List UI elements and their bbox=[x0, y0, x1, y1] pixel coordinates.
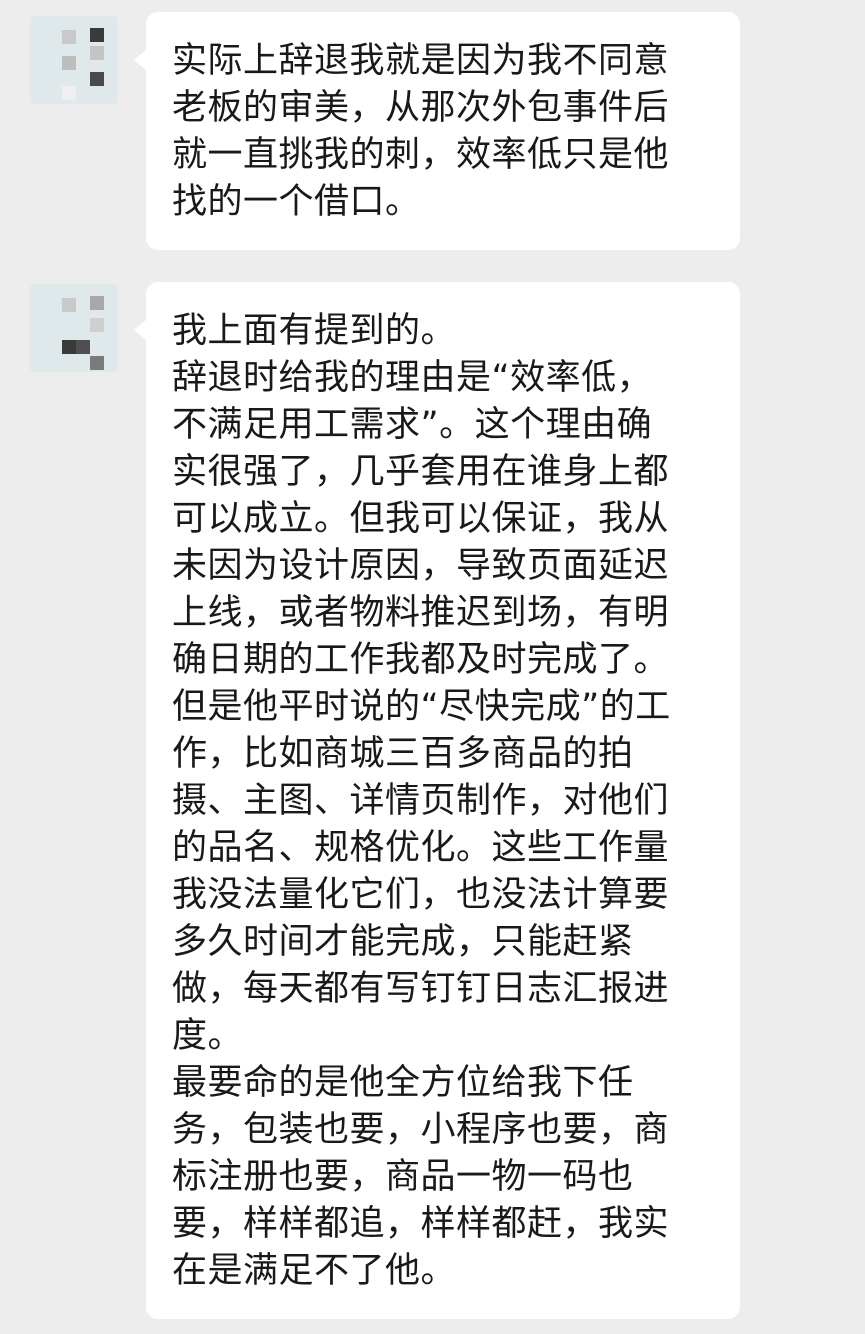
message-text-line: 实际上辞退我就是因为我不同意 bbox=[172, 41, 670, 81]
avatar-mosaic-pixel bbox=[90, 72, 104, 86]
avatar-mosaic-pixel bbox=[62, 56, 76, 70]
message-bubble[interactable]: 实际上辞退我就是因为我不同意 老板的审美，从那次外包事件后 就一直挑我的刺，效率… bbox=[134, 12, 740, 250]
message-text-line: 辞退时给我的理由是“效率低， bbox=[172, 358, 653, 398]
message-text-line: 要，样样都追，样样都赶，我实 bbox=[172, 1204, 670, 1244]
avatar-mosaic-pixel bbox=[90, 296, 104, 310]
message-text-line: 作，比如商城三百多商品的拍 bbox=[172, 734, 634, 774]
sender-avatar-blurred[interactable] bbox=[30, 284, 118, 372]
message-text-line: 未因为设计原因，导致页面延迟 bbox=[172, 546, 670, 586]
message-text-line: 我上面有提到的。 bbox=[172, 311, 457, 351]
message-text-line: 在是满足不了他。 bbox=[172, 1251, 457, 1291]
avatar-mosaic-pixel bbox=[62, 340, 76, 354]
avatar-mosaic-pixel bbox=[62, 30, 76, 44]
message-text-line: 可以成立。但我可以保证，我从 bbox=[172, 499, 670, 539]
avatar-mosaic-pixel bbox=[90, 356, 104, 370]
message-text-line: 找的一个借口。 bbox=[172, 182, 421, 222]
message-text-line: 不满足用工需求”。这个理由确 bbox=[172, 405, 653, 445]
message-text-line: 我没法量化它们，也没法计算要 bbox=[172, 875, 670, 915]
message-bubble[interactable]: 我上面有提到的。 辞退时给我的理由是“效率低， 不满足用工需求”。这个理由确 实… bbox=[134, 282, 740, 1319]
avatar-mosaic-pixel bbox=[76, 340, 90, 354]
message-text-line: 标注册也要，商品一物一码也 bbox=[172, 1157, 634, 1197]
message-text-line: 老板的审美，从那次外包事件后 bbox=[172, 88, 670, 128]
message-text-line: 上线，或者物料推迟到场，有明 bbox=[172, 593, 670, 633]
avatar-mosaic-pixel bbox=[62, 298, 76, 312]
message-text-line: 确日期的工作我都及时完成了。 bbox=[172, 640, 670, 680]
avatar-mosaic-pixel bbox=[90, 318, 104, 332]
message-text-line: 摄、主图、详情页制作，对他们 bbox=[172, 781, 670, 821]
message-text-line: 度。 bbox=[172, 1016, 244, 1056]
message-text-line: 的品名、规格优化。这些工作量 bbox=[172, 828, 670, 868]
message-text-line: 多久时间才能完成，只能赶紧 bbox=[172, 922, 634, 962]
message-text-line: 但是他平时说的“尽快完成”的工 bbox=[172, 687, 671, 727]
message-text-line: 就一直挑我的刺，效率低只是他 bbox=[172, 135, 670, 175]
message-text-line: 做，每天都有写钉钉日志汇报进 bbox=[172, 969, 670, 1009]
avatar-mosaic-pixel bbox=[90, 28, 104, 42]
avatar-mosaic-pixel bbox=[62, 86, 76, 100]
avatar-mosaic-pixel bbox=[90, 46, 104, 60]
message-text-line: 务，包装也要，小程序也要，商 bbox=[172, 1110, 670, 1150]
message-text-line: 最要命的是他全方位给我下任 bbox=[172, 1063, 634, 1103]
message-text-line: 实很强了，几乎套用在谁身上都 bbox=[172, 452, 670, 492]
sender-avatar-blurred[interactable] bbox=[30, 16, 118, 104]
